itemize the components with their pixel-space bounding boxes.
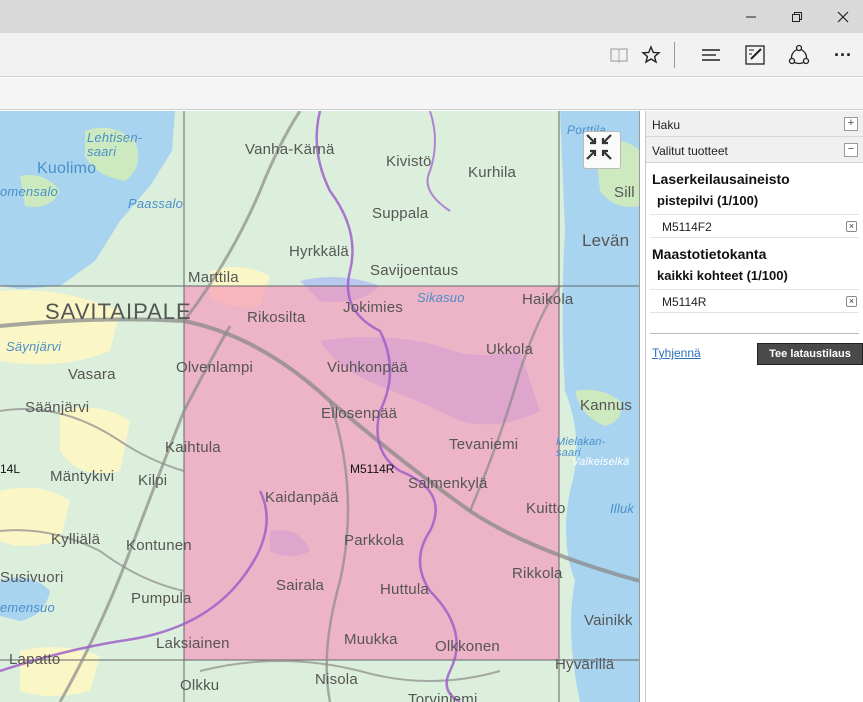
share-icon[interactable] (782, 39, 816, 71)
place-olvenlampi: Olvenlampi (176, 359, 254, 376)
place-jokimies: Jokimies (343, 299, 403, 316)
place-ellosenpaa: Ellosenpää (321, 405, 398, 422)
product-item: M5114F2 × (650, 214, 859, 238)
group-title: Laserkeilausaineisto (652, 171, 790, 187)
web-note-icon[interactable] (738, 39, 772, 71)
place-illuk: Illuk (610, 501, 635, 516)
close-icon[interactable] (820, 0, 863, 33)
place-huttula: Huttula (380, 581, 429, 598)
toolbar-divider (674, 42, 675, 68)
place-mantykivi: Mäntykivi (50, 468, 115, 485)
place-suppala: Suppala (372, 205, 429, 222)
remove-icon[interactable]: × (846, 296, 857, 307)
expand-icon[interactable]: + (844, 117, 858, 131)
place-lapatto: Lapatto (9, 651, 61, 668)
group-title: Maastotietokanta (652, 246, 767, 262)
place-vanha-karna: Vanha-Kärnä (245, 141, 335, 158)
map-canvas (0, 111, 639, 702)
place-kaidanpaa: Kaidanpää (265, 489, 339, 506)
place-lehtisensaari: Lehtisen- saari (87, 130, 143, 159)
hub-icon[interactable] (694, 39, 728, 71)
place-vainikk: Vainikk (584, 612, 633, 629)
place-marttila: Marttila (188, 269, 239, 286)
collapse-icon[interactable]: − (844, 143, 858, 157)
group-subtitle: kaikki kohteet (1/100) (657, 268, 788, 283)
accordion-haku[interactable]: Haku + (646, 111, 863, 137)
place-olkku: Olkku (180, 677, 220, 694)
place-torviniemi: Torviniemi (408, 691, 478, 702)
place-nisola: Nisola (315, 671, 358, 688)
sheet-label-edge: 14L (0, 462, 21, 476)
product-code: M5114F2 (662, 220, 712, 234)
place-leva: Levän (582, 231, 630, 250)
place-vasara: Vasara (68, 366, 116, 383)
place-emensuo: emensuo (0, 600, 55, 615)
product-code: M5114R (662, 295, 707, 309)
more-icon[interactable]: ··· (826, 39, 860, 71)
order-download-button[interactable]: Tee lataustilaus (757, 343, 863, 365)
sheet-label-selected: M5114R (350, 462, 395, 476)
place-paassalo: Paassalo (128, 196, 184, 211)
minimize-icon[interactable] (728, 0, 774, 33)
side-panel: Haku + Valitut tuotteet − Laserkeilausai… (645, 111, 863, 702)
map-view[interactable]: Vanha-Kärnä Kivistö Kurhila Lehtisen- sa… (0, 111, 640, 702)
place-kuolimo: Kuolimo (37, 160, 97, 177)
accordion-valitut-label: Valitut tuotteet (652, 144, 728, 158)
favorite-star-icon[interactable] (634, 39, 668, 71)
place-sikasuo: Sikasuo (417, 290, 465, 305)
group-subtitle: pistepilvi (1/100) (657, 193, 759, 208)
place-kaihtula: Kaihtula (165, 439, 221, 456)
place-kurhila: Kurhila (468, 164, 517, 181)
place-hyrkkala: Hyrkkälä (289, 243, 349, 260)
place-salmenkyla: Salmenkylä (408, 475, 488, 492)
collapse-arrows-icon (586, 134, 612, 160)
place-hyvarilla: Hyvärillä (555, 656, 615, 673)
place-kivisto: Kivistö (386, 153, 432, 170)
favorites-bar (0, 78, 863, 110)
place-saanjarvi: Säänjärvi (25, 399, 90, 416)
place-savitaipale: SAVITAIPALE (45, 299, 192, 324)
place-rikkola: Rikkola (512, 565, 563, 582)
place-susivuori: Susivuori (0, 569, 64, 586)
product-item: M5114R × (650, 289, 859, 313)
place-kannus: Kannus (580, 397, 633, 414)
place-valkeiselka: Valkeiselkä (572, 456, 630, 468)
place-rikosilta: Rikosilta (247, 309, 306, 326)
place-sairala: Sairala (276, 577, 325, 594)
reading-view-icon[interactable] (602, 39, 636, 71)
place-parkkola: Parkkola (344, 532, 404, 549)
panel-actions: Tyhjennä Tee lataustilaus (650, 333, 863, 373)
place-kilpi: Kilpi (138, 472, 168, 489)
clear-link[interactable]: Tyhjennä (652, 346, 701, 360)
accordion-haku-label: Haku (652, 118, 681, 132)
place-muukka: Muukka (344, 631, 398, 648)
place-haikola: Haikola (522, 291, 574, 308)
place-omensalo: omensalo (0, 184, 58, 199)
browser-toolbar: ··· (0, 33, 863, 77)
remove-icon[interactable]: × (846, 221, 857, 232)
place-pumpula: Pumpula (131, 590, 192, 607)
collapse-map-button[interactable] (583, 131, 621, 169)
place-savijoentaus: Savijoentaus (370, 262, 459, 279)
accordion-valitut-tuotteet[interactable]: Valitut tuotteet − (646, 137, 863, 163)
product-group-maastotietokanta: Maastotietokanta kaikki kohteet (1/100) … (646, 238, 863, 313)
product-group-laser: Laserkeilausaineisto pistepilvi (1/100) … (646, 163, 863, 238)
place-tevaniemi: Tevaniemi (449, 436, 519, 453)
restore-icon[interactable] (774, 0, 820, 33)
place-olkkonen: Olkkonen (435, 638, 500, 655)
place-saynjarvi: Säynjärvi (6, 339, 62, 354)
place-sill: Sill (614, 184, 635, 201)
place-kontunen: Kontunen (126, 537, 192, 554)
place-kyllala: Kylliälä (51, 531, 101, 548)
place-kuitto: Kuitto (526, 500, 566, 517)
place-ukkola: Ukkola (486, 341, 534, 358)
place-viuhkonpaa: Viuhkonpää (327, 359, 408, 376)
window-titlebar (0, 0, 863, 33)
place-laksiainen: Laksiainen (156, 635, 230, 652)
